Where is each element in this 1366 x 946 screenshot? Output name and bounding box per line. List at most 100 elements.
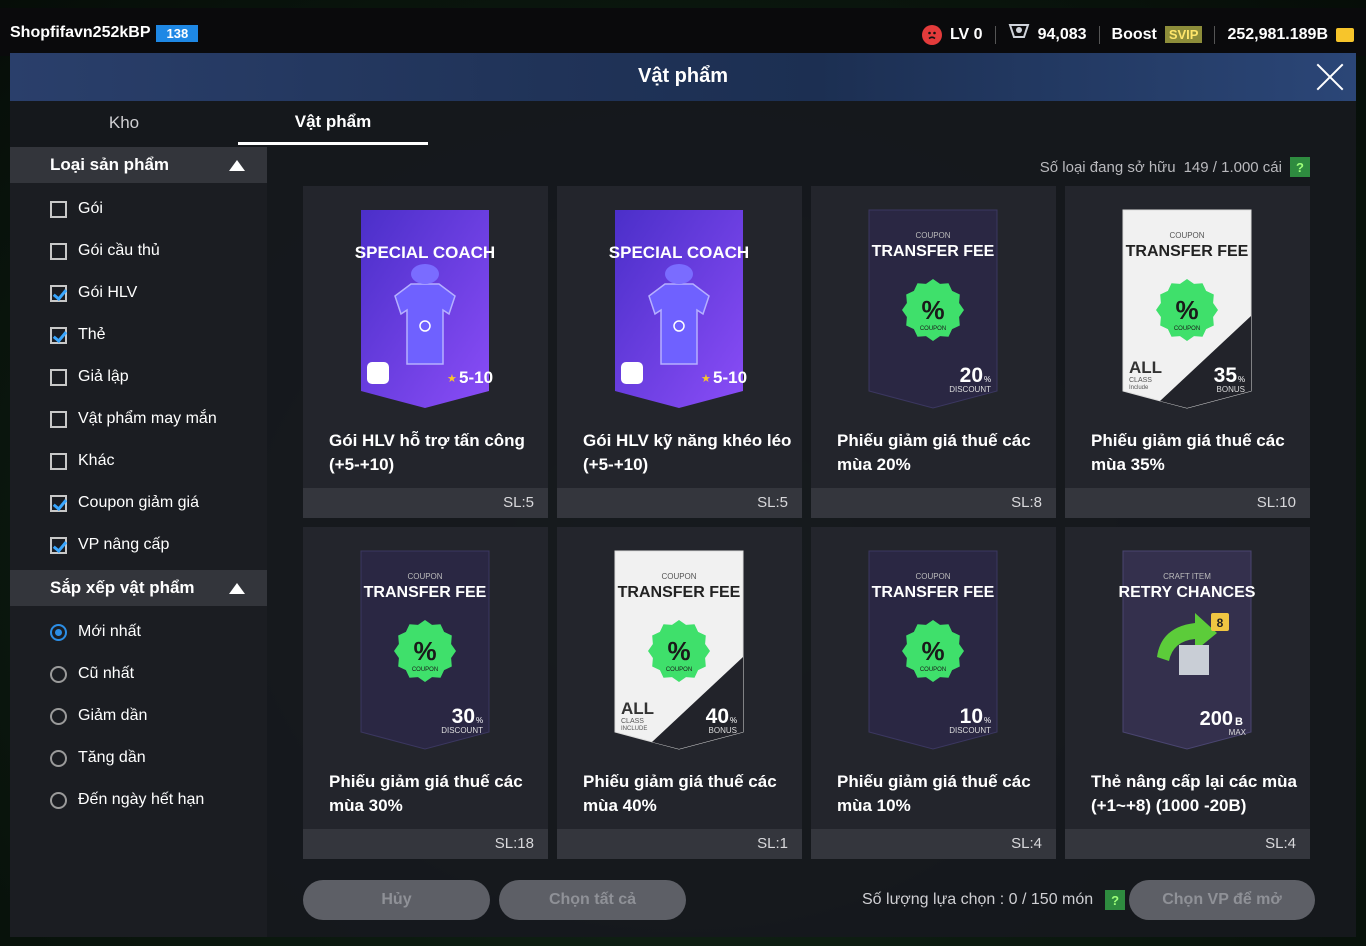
coach-cap-icon [411, 264, 439, 284]
include-label: Include [1129, 385, 1149, 391]
checkbox[interactable] [50, 326, 67, 344]
select-all-button[interactable]: Chọn tất cả [499, 880, 686, 920]
tab-vat-pham[interactable]: Vật phẩm [238, 101, 428, 145]
coupon-sub-label: BONUS [709, 726, 737, 735]
item-quantity: SL:1 [557, 829, 802, 859]
filter-option[interactable]: Coupon giảm giá [50, 491, 199, 515]
lv-label: LV 0 [949, 25, 983, 43]
item-quantity: SL:4 [1065, 829, 1310, 859]
tab-kho[interactable]: Kho [10, 101, 238, 145]
sort-option[interactable]: Tăng dần [50, 746, 146, 770]
filter-option[interactable]: Gói [50, 197, 103, 221]
retry-amount: 200 [1200, 708, 1233, 730]
tab-bar: Kho Vật phẩm [10, 101, 428, 145]
percent-icon: % [1175, 295, 1198, 325]
checkbox[interactable] [50, 368, 67, 386]
checkbox[interactable] [50, 536, 67, 554]
owned-help-button[interactable]: ? [1290, 157, 1310, 177]
radio-button[interactable] [50, 791, 67, 809]
item-card[interactable]: CRAFT ITEM RETRY CHANCES 8 200 B MAX Thẻ nâng … [1065, 527, 1310, 859]
card-title: RETRY CHANCES [1119, 584, 1256, 601]
checkbox[interactable] [50, 410, 67, 428]
boost-label: Boost [1111, 25, 1157, 43]
radio-button[interactable] [50, 749, 67, 767]
filter-option[interactable]: Thẻ [50, 323, 106, 347]
sort-option[interactable]: Mới nhất [50, 620, 141, 644]
max-label: MAX [1229, 728, 1247, 737]
class-label: CLASS [1129, 377, 1152, 384]
checkbox[interactable] [50, 200, 67, 218]
item-card-art: SPECIAL COACH ★ 5-10 [303, 186, 548, 426]
filter-option-label: Vật phẩm may mắn [78, 410, 217, 427]
filter-option[interactable]: Gói HLV [50, 281, 137, 305]
badge-coupon-label: COUPON [666, 667, 692, 673]
coupon-sub-label: DISCOUNT [949, 726, 991, 735]
item-card[interactable]: SPECIAL COACH ★ 5-10 Gói HLV hỗ trợ tấn côn… [303, 186, 548, 518]
close-button[interactable] [1314, 61, 1346, 93]
divider [1214, 25, 1216, 44]
percent-icon: % [921, 295, 944, 325]
percent-icon: % [667, 636, 690, 666]
retry-amount-unit: B [1235, 716, 1243, 728]
radio-button[interactable] [50, 623, 67, 641]
coach-range: 5-10 [713, 368, 747, 387]
percent-sign: % [984, 375, 991, 384]
bp-coin-icon [1336, 27, 1354, 42]
owned-count: Số loại đang sở hữu 149 / 1.000 cái ? [1040, 157, 1310, 177]
sort-option-label: Tăng dần [78, 749, 146, 766]
card-title: TRANSFER FEE [872, 243, 995, 260]
card-title: TRANSFER FEE [872, 584, 995, 601]
checkbox[interactable] [50, 242, 67, 260]
checkbox[interactable] [50, 494, 67, 512]
radio-button[interactable] [50, 665, 67, 683]
filter-option-label: Gói HLV [78, 284, 138, 301]
item-card-art: COUPON TRANSFER FEE% COUPON 40% BONUS ALL CLAS… [557, 527, 802, 767]
item-card[interactable]: COUPON TRANSFER FEE% COUPON 40% BONUS ALL CLAS… [557, 527, 802, 859]
sort-option[interactable]: Giảm dần [50, 704, 147, 728]
product-type-header[interactable]: Loại sản phẩm [10, 147, 267, 183]
badge-number: 8 [1217, 616, 1224, 630]
product-type-heading: Loại sản phẩm [50, 155, 170, 174]
item-name: Gói HLV hỗ trợ tấn công (+5-+10) [329, 431, 525, 474]
percent-sign: % [730, 716, 737, 725]
selection-count: Số lượng lựa chọn : 0 / 150 món ? [862, 890, 1126, 910]
filter-option[interactable]: Khác [50, 449, 114, 473]
user-info: Shopfifavn252kBP 138 [10, 24, 199, 42]
svip-badge: SVIP [1164, 26, 1203, 43]
class-label: CLASS [621, 718, 644, 725]
filter-option-label: Gói [78, 200, 103, 217]
percent-value: 40 [706, 705, 729, 728]
item-quantity: SL:10 [1065, 488, 1310, 518]
item-name: Gói HLV kỹ năng khéo léo (+5-+10) [583, 431, 792, 474]
item-card[interactable]: COUPON TRANSFER FEE% COUPON 20% DISCOUNT Phiế… [811, 186, 1056, 518]
filter-option[interactable]: Giả lập [50, 365, 129, 389]
filter-option[interactable]: Gói cầu thủ [50, 239, 160, 263]
item-card-art: COUPON TRANSFER FEE% COUPON 30% DISCOUNT [303, 527, 548, 767]
coupon-label: COUPON [915, 572, 950, 581]
item-card[interactable]: COUPON TRANSFER FEE% COUPON 30% DISCOUNT Phiế… [303, 527, 548, 859]
open-items-button[interactable]: Chọn VP để mở [1129, 880, 1315, 920]
checkbox[interactable] [50, 284, 67, 302]
sort-header[interactable]: Sắp xếp vật phẩm [10, 570, 267, 606]
filter-option[interactable]: Vật phẩm may mắn [50, 407, 217, 431]
badge-coupon-label: COUPON [412, 667, 438, 673]
owned-value: 149 / 1.000 cái [1183, 158, 1282, 176]
all-label: ALL [1129, 358, 1162, 377]
cancel-button[interactable]: Hủy [303, 880, 490, 920]
filter-option[interactable]: VP nâng cấp [50, 533, 169, 557]
percent-value: 35 [1214, 364, 1238, 387]
item-card[interactable]: COUPON TRANSFER FEE% COUPON 35% BONUS ALL CLAS… [1065, 186, 1310, 518]
checkbox[interactable] [50, 452, 67, 470]
status-bar: Shopfifavn252kBP 138 LV 0 94,083 Boost S… [0, 8, 1366, 56]
item-card[interactable]: SPECIAL COACH ★ 5-10 Gói HLV kỹ năng khéo l… [557, 186, 802, 518]
item-card-art: CRAFT ITEM RETRY CHANCES 8 200 B MAX [1065, 527, 1310, 767]
item-name: Phiếu giảm giá thuế các mùa 30% [329, 772, 523, 815]
item-card-art: COUPON TRANSFER FEE% COUPON 10% DISCOUNT [811, 527, 1056, 767]
sort-option-label: Đến ngày hết hạn [78, 791, 205, 808]
filter-sidebar: Loại sản phẩm Gói Gói cầu thủ Gói HLV Thẻ Gi… [10, 147, 267, 937]
selection-help-button[interactable]: ? [1105, 890, 1126, 910]
sort-option[interactable]: Đến ngày hết hạn [50, 788, 204, 812]
radio-button[interactable] [50, 707, 67, 725]
sort-option[interactable]: Cũ nhất [50, 662, 134, 686]
item-card[interactable]: COUPON TRANSFER FEE% COUPON 10% DISCOUNT Phiế… [811, 527, 1056, 859]
